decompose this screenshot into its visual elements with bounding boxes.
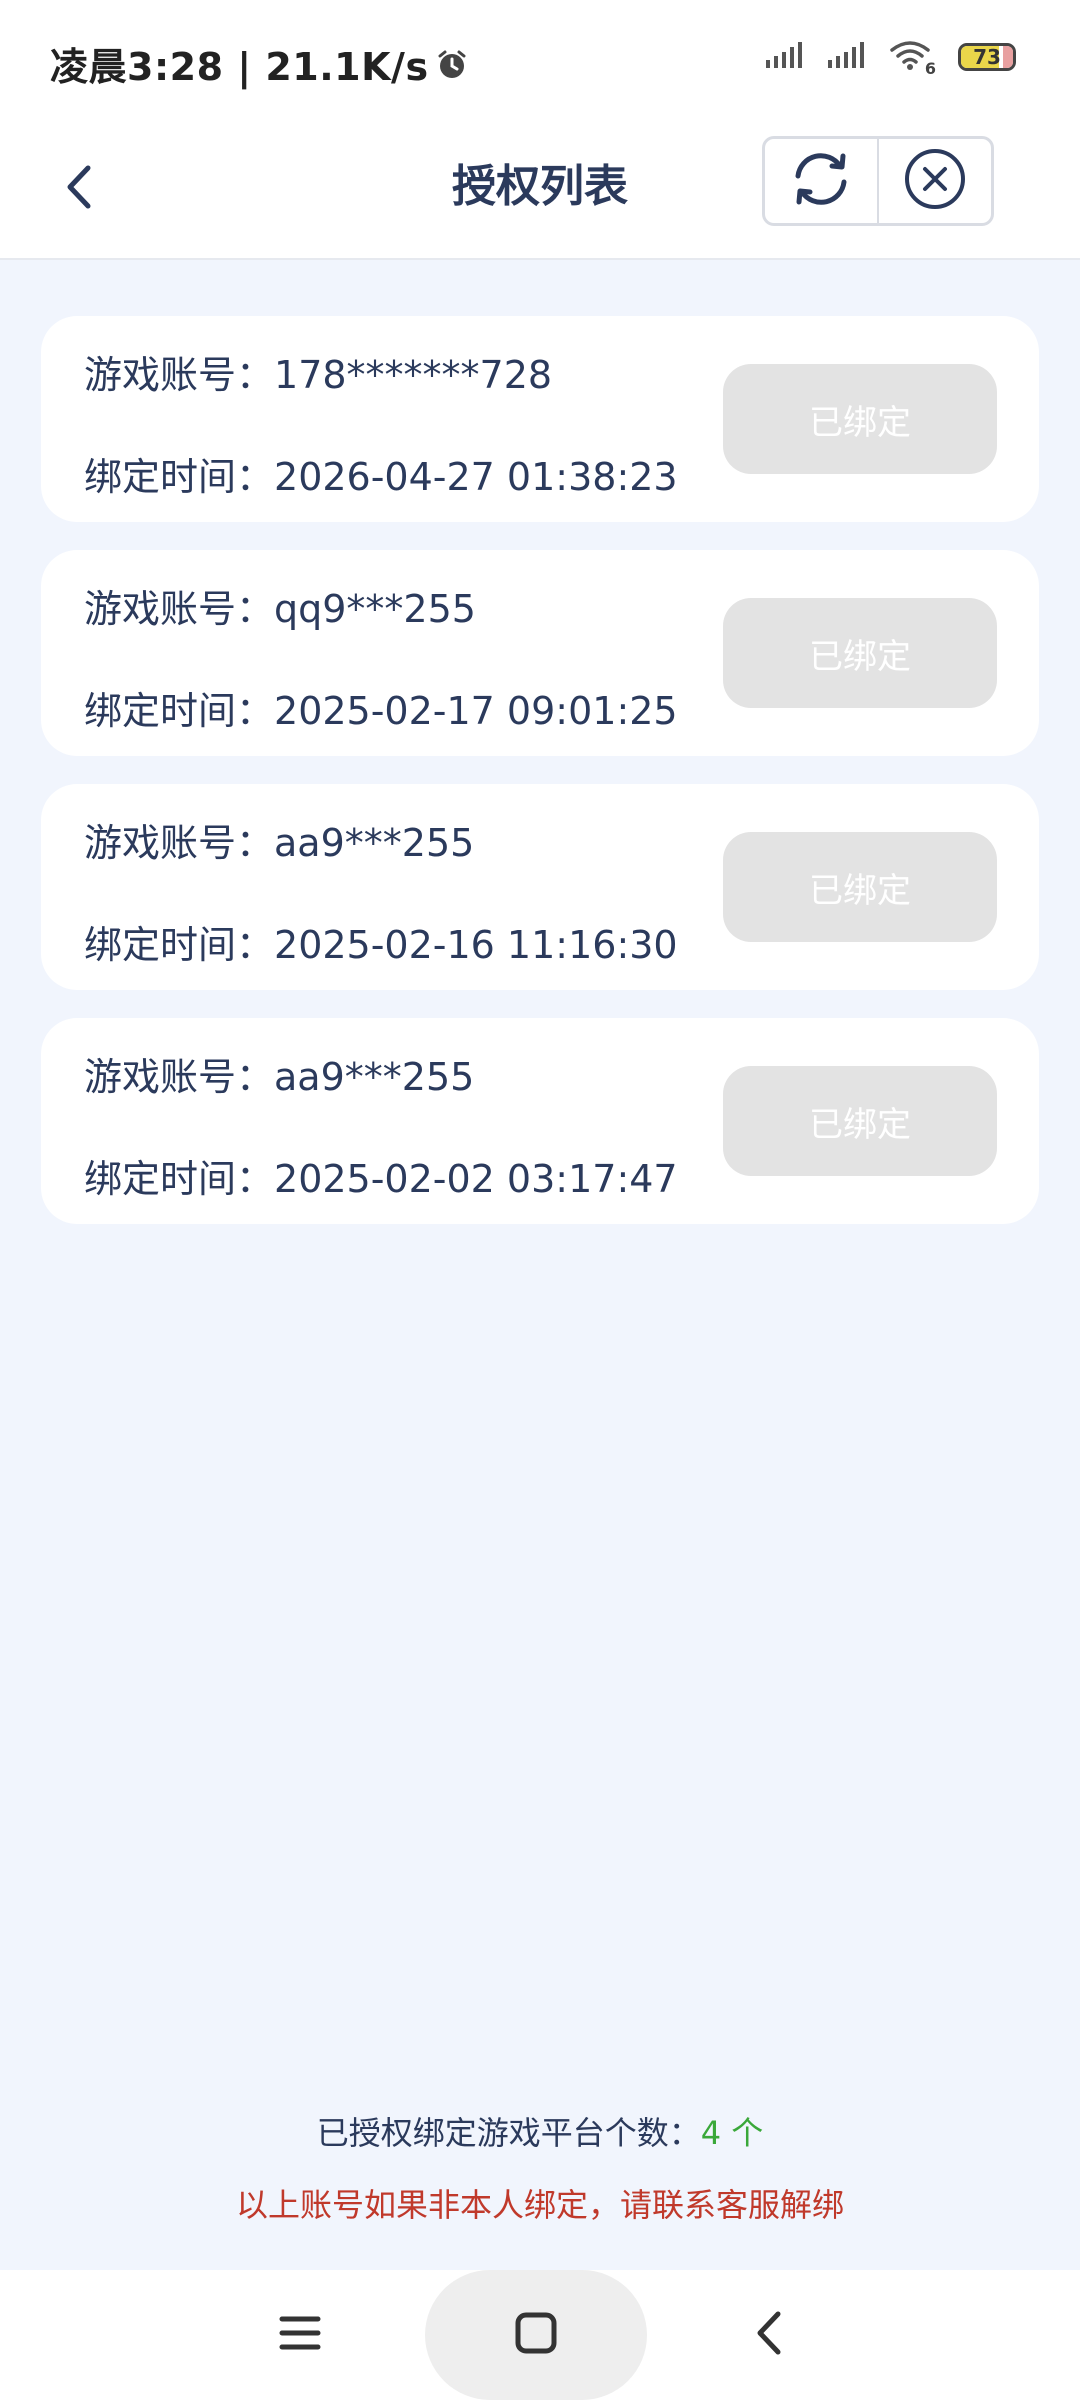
bound-count-value: 4 个: [700, 2114, 764, 2152]
account-line: 游戏账号：aa9***255: [84, 812, 474, 867]
battery-tip: [1003, 46, 1013, 68]
system-nav-bar: [0, 2270, 1080, 2400]
time-line: 绑定时间：2026-04-27 01:38:23: [84, 446, 678, 501]
status-right: 6 73: [766, 40, 1016, 78]
nav-menu-button[interactable]: [250, 2270, 350, 2400]
bound-count-line: 已授权绑定游戏平台个数：4 个: [0, 2108, 1080, 2154]
time-line: 绑定时间：2025-02-16 11:16:30: [84, 914, 678, 969]
signal-icon: [828, 42, 868, 72]
bound-button[interactable]: 已绑定: [723, 832, 997, 942]
unbind-warning: 以上账号如果非本人绑定，请联系客服解绑: [235, 2186, 844, 2224]
square-icon: [514, 2311, 558, 2359]
time-line: 绑定时间：2025-02-02 03:17:47: [84, 1148, 678, 1203]
header-actions: [762, 136, 994, 226]
list-item: 游戏账号：aa9***255 绑定时间：2025-02-02 03:17:47 …: [41, 1018, 1039, 1224]
menu-icon: [278, 2313, 322, 2357]
time-value: 2025-02-17 09:01:25: [274, 689, 678, 733]
time-value: 2025-02-02 03:17:47: [274, 1157, 678, 1201]
wifi-icon: 6: [890, 40, 936, 78]
account-line: 游戏账号：178*******728: [84, 344, 552, 399]
account-label: 游戏账号：: [84, 587, 275, 631]
battery-level: 73: [973, 45, 1001, 69]
bound-button[interactable]: 已绑定: [723, 598, 997, 708]
bound-button[interactable]: 已绑定: [723, 1066, 997, 1176]
signal-icon: [766, 42, 806, 72]
list-item: 游戏账号：aa9***255 绑定时间：2025-02-16 11:16:30 …: [41, 784, 1039, 990]
close-circle-icon: [903, 147, 967, 215]
bound-count-label: 已授权绑定游戏平台个数：: [316, 2114, 701, 2152]
time-label: 绑定时间：: [84, 923, 275, 967]
status-time: 凌晨3:28 | 21.1K/s: [50, 45, 429, 89]
footer-info: 已授权绑定游戏平台个数：4 个 以上账号如果非本人绑定，请联系客服解绑: [0, 2108, 1080, 2226]
time-label: 绑定时间：: [84, 689, 275, 733]
account-value: qq9***255: [274, 587, 476, 631]
account-value: aa9***255: [274, 821, 475, 865]
nav-back-button[interactable]: [720, 2270, 820, 2400]
account-line: 游戏账号：aa9***255: [84, 1046, 474, 1101]
time-label: 绑定时间：: [84, 1157, 275, 1201]
battery-icon: 73: [958, 43, 1016, 71]
account-line: 游戏账号：qq9***255: [84, 578, 476, 633]
status-left: 凌晨3:28 | 21.1K/s: [50, 36, 469, 91]
account-label: 游戏账号：: [84, 821, 275, 865]
time-label: 绑定时间：: [84, 455, 275, 499]
time-line: 绑定时间：2025-02-17 09:01:25: [84, 680, 678, 735]
close-button[interactable]: [879, 139, 991, 223]
alarm-icon: [435, 47, 469, 81]
list-item: 游戏账号：178*******728 绑定时间：2026-04-27 01:38…: [41, 316, 1039, 522]
list-item: 游戏账号：qq9***255 绑定时间：2025-02-17 09:01:25 …: [41, 550, 1039, 756]
refresh-icon: [786, 146, 856, 216]
wifi-badge: 6: [924, 59, 936, 78]
bound-button[interactable]: 已绑定: [723, 364, 997, 474]
status-bar: 凌晨3:28 | 21.1K/s 6 73: [0, 0, 1080, 120]
account-label: 游戏账号：: [84, 353, 275, 397]
time-value: 2025-02-16 11:16:30: [274, 923, 678, 967]
chevron-left-icon: [752, 2308, 788, 2362]
account-value: aa9***255: [274, 1055, 475, 1099]
nav-home-button[interactable]: [486, 2270, 586, 2400]
account-value: 178*******728: [274, 353, 553, 397]
time-value: 2026-04-27 01:38:23: [274, 455, 678, 499]
account-label: 游戏账号：: [84, 1055, 275, 1099]
authorization-list: 游戏账号：178*******728 绑定时间：2026-04-27 01:38…: [41, 316, 1039, 1252]
header: 授权列表: [0, 120, 1080, 260]
refresh-button[interactable]: [765, 139, 877, 223]
